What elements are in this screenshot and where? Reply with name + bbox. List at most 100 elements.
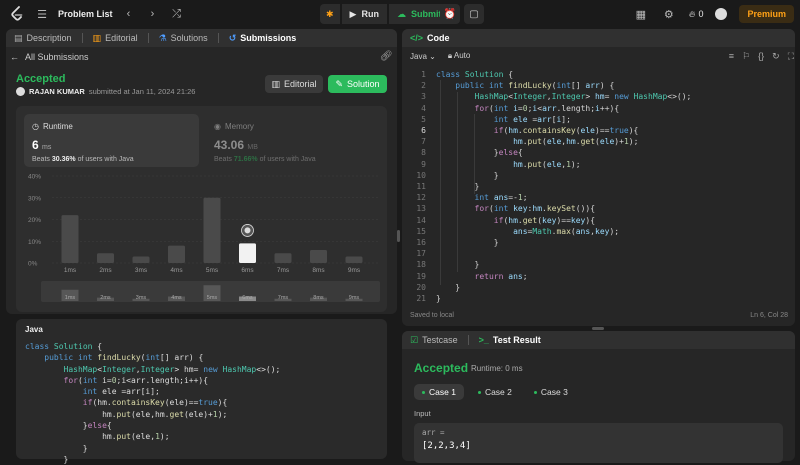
next-problem-icon[interactable]: › [145, 6, 161, 22]
editor-tools: ≡ ⚐ {} ↻ ⛶ [729, 51, 794, 62]
chart-bar [132, 256, 150, 263]
tab-test-result[interactable]: >_ Test Result [479, 335, 541, 345]
line-number: 10 [416, 170, 426, 180]
case-tabs: Case 1 Case 2 Case 3 [414, 384, 576, 400]
line-number: 3 [421, 92, 426, 102]
bookmark-icon[interactable]: ⚐ [742, 51, 750, 62]
line-number: 13 [416, 204, 426, 214]
chart-bar [274, 253, 292, 263]
timer-icon[interactable]: ⏰ [440, 4, 460, 24]
chart-bar [239, 243, 256, 263]
braces-icon[interactable]: {} [758, 51, 764, 62]
user-avatar[interactable] [715, 8, 728, 20]
x-tick-label: 7ms [277, 267, 290, 274]
prev-problem-icon[interactable]: ‹ [121, 6, 137, 22]
pass-dot-icon [477, 390, 481, 394]
layout-icon[interactable]: ▦ [633, 6, 649, 22]
share-link-icon[interactable]: 🔗︎ [380, 51, 393, 62]
line-number: 1 [421, 70, 426, 79]
code-icon: </> [410, 33, 424, 43]
problem-list-link[interactable]: Problem List [58, 9, 113, 19]
tab-solutions[interactable]: ⚗ Solutions [159, 33, 208, 44]
problem-list-icon[interactable]: ☰ [34, 6, 50, 22]
tab-description[interactable]: ▤ Description [14, 33, 72, 44]
fullscreen-icon[interactable]: ⛶ [788, 51, 794, 62]
run-button[interactable]: ▶ Run [341, 4, 387, 24]
horizontal-resize-handle[interactable] [592, 327, 604, 330]
case-tab-3[interactable]: Case 3 [526, 384, 576, 400]
line-number: 16 [416, 238, 426, 248]
submitted-code[interactable]: class Solution { public int findLucky(in… [25, 341, 280, 465]
chip-icon: ◉ [214, 122, 221, 131]
overview-tick-label: 9ms [349, 295, 360, 301]
editorial-button[interactable]: ▥ Editorial [265, 75, 323, 93]
runtime-card[interactable]: ◷ Runtime 6 ms Beats 30.36% of users with… [24, 114, 199, 167]
memory-value: 43.06 MB [214, 138, 258, 152]
test-result-status: Accepted [414, 361, 469, 375]
language-select[interactable]: Java ⌄ [410, 52, 436, 61]
vertical-resize-handle[interactable] [397, 230, 400, 242]
overview-tick-label: 8ms [313, 295, 324, 301]
lock-icon: 🔒︎ [447, 51, 453, 60]
y-tick-label: 40% [28, 174, 41, 181]
auto-mode-toggle[interactable]: 🔒︎ Auto [448, 51, 471, 61]
saved-status: Saved to local [410, 312, 454, 319]
x-tick-label: 2ms [99, 267, 112, 274]
overview-tick-label: 2ms [100, 295, 111, 301]
terminal-icon: >_ [478, 335, 489, 345]
solution-button[interactable]: ✎ Solution [328, 75, 387, 93]
top-bar: ☰ Problem List ‹ › ⤮ ✱ ▶ Run ☁ Submit ⏰ ▢ … [0, 0, 800, 28]
debug-button[interactable]: ✱ [320, 4, 340, 24]
overview-tick-label: 1ms [65, 295, 76, 301]
all-submissions-link[interactable]: ← All Submissions [10, 52, 89, 62]
chevron-down-icon: ⌄ [429, 51, 436, 61]
tab-testcase[interactable]: ☑ Testcase [410, 335, 458, 346]
tab-submissions[interactable]: ↺ Submissions [229, 33, 297, 44]
performance-stats: ◷ Runtime 6 ms Beats 30.36% of users with… [16, 106, 387, 312]
reset-icon[interactable]: ↻ [772, 51, 780, 62]
line-number: 12 [416, 193, 426, 203]
tab-editorial[interactable]: ▥ Editorial [93, 33, 138, 44]
clock-icon: ◷ [32, 122, 39, 131]
chart-bar [168, 245, 185, 263]
x-tick-label: 8ms [312, 267, 325, 274]
pass-dot-icon [533, 390, 537, 394]
author-name[interactable]: RAJAN KUMAR [29, 87, 85, 96]
x-tick-label: 6ms [241, 267, 254, 274]
chart-bar [61, 215, 79, 263]
fire-icon: 🔥︎ [688, 8, 696, 19]
note-icon[interactable]: ▢ [464, 4, 484, 24]
streak-counter[interactable]: 🔥︎ 0 [689, 9, 704, 20]
book-icon: ▥ [92, 32, 102, 43]
line-number: 7 [421, 137, 426, 147]
description-icon: ▤ [14, 32, 23, 43]
history-icon: ↺ [228, 32, 237, 43]
line-number: 8 [421, 148, 426, 158]
test-runtime: Runtime: 0 ms [471, 364, 523, 373]
y-tick-label: 20% [28, 217, 41, 224]
code-editor[interactable]: class Solution { public int findLucky(in… [436, 69, 691, 304]
y-tick-label: 30% [28, 195, 41, 202]
checkbox-icon: ☑ [410, 334, 419, 345]
case-tab-1[interactable]: Case 1 [414, 384, 464, 400]
premium-button[interactable]: Premium [739, 5, 794, 23]
line-numbers: 1 2 3 4 5 6 7 8 9 10 11 12 13 14 15 16 17 18 19 20 21 [406, 69, 426, 304]
case-tab-2[interactable]: Case 2 [470, 384, 520, 400]
line-number: 19 [416, 271, 426, 281]
book-icon: ▥ [271, 78, 280, 89]
settings-gear-icon[interactable]: ⚙ [661, 6, 677, 22]
input-value-box: arr = [2,2,3,4] [414, 423, 783, 463]
y-tick-label: 0% [28, 261, 38, 268]
y-tick-label: 10% [28, 239, 41, 246]
leetcode-logo-icon[interactable] [10, 6, 24, 22]
edit-icon: ✎ [335, 78, 343, 89]
bug-icon: ✱ [326, 8, 334, 19]
tab-code[interactable]: </> Code [410, 33, 450, 43]
author-avatar [16, 87, 25, 96]
overview-tick-label: 7ms [278, 295, 289, 301]
overview-tick-label: 4ms [171, 295, 182, 301]
memory-card[interactable]: ◉ Memory 43.06 MB Beats 71.66% of users w… [206, 114, 381, 167]
avatar-face-icon [244, 227, 251, 234]
shuffle-icon[interactable]: ⤮ [169, 6, 185, 22]
format-icon[interactable]: ≡ [729, 51, 734, 62]
